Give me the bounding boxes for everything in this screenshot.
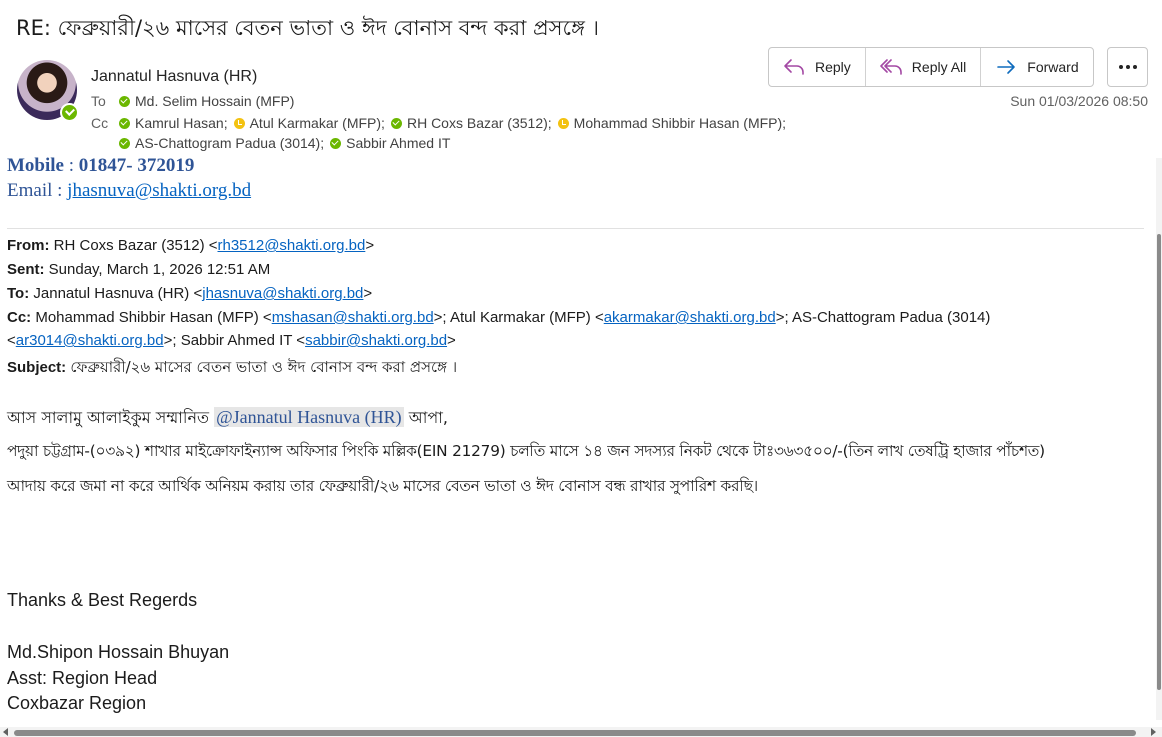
sent-timestamp: Sun 01/03/2026 08:50	[1010, 93, 1148, 109]
body-line-2: পদুয়া চট্টগ্রাম-(০৩৯২) শাখার মাইক্রোফাই…	[7, 442, 1045, 460]
scroll-right-arrow-icon[interactable]	[1151, 728, 1156, 736]
mobile-value: 01847- 372019	[78, 155, 195, 176]
recipient-name[interactable]: Mohammad Shibbir Hasan (MFP);	[574, 115, 786, 131]
forwarded-subject: Subject: ফেব্রুয়ারী/২৬ মাসের বেতন ভাতা …	[7, 358, 458, 376]
signature-email: Email : jhasnuva@shakti.org.bd	[7, 180, 252, 201]
recipient-name[interactable]: Kamrul Hasan;	[135, 115, 228, 131]
body-thanks: Thanks & Best Regerds	[7, 590, 198, 610]
presence-available-icon	[119, 137, 130, 149]
message-actions: Reply Reply All Forward	[768, 47, 1094, 87]
forward-label: Forward	[1027, 59, 1079, 75]
body-greeting: আস সালামু আলাইকুম সম্মানিত @Jannatul Has…	[7, 407, 448, 427]
body-line-3: আদায় করে জমা না করে আর্থিক অনিয়ম করায়…	[7, 477, 758, 495]
cc-email-link[interactable]: ar3014@shakti.org.bd	[16, 332, 164, 349]
signature-region: Coxbazar Region	[7, 693, 147, 713]
from-email-link[interactable]: rh3512@shakti.org.bd	[218, 237, 366, 254]
signature-email-link[interactable]: jhasnuva@shakti.org.bd	[67, 180, 251, 201]
to-email-link[interactable]: jhasnuva@shakti.org.bd	[202, 285, 363, 302]
presence-available-icon	[60, 103, 79, 122]
more-dot-icon	[1118, 65, 1123, 69]
mobile-label: Mobile	[7, 155, 64, 176]
vertical-scrollbar-thumb[interactable]	[1157, 234, 1161, 690]
forwarded-cc: Cc: Mohammad Shibbir Hasan (MFP) <mshasa…	[7, 309, 991, 326]
vertical-scrollbar[interactable]	[1156, 158, 1162, 720]
more-dot-icon	[1132, 65, 1137, 69]
reply-all-icon	[879, 59, 902, 75]
more-dot-icon	[1125, 65, 1130, 69]
reply-all-button[interactable]: Reply All	[866, 48, 982, 86]
signature-name: Md.Shipon Hossain Bhuyan	[7, 642, 230, 662]
reply-icon	[784, 59, 804, 75]
sender-name[interactable]: Jannatul Hasnuva (HR)	[91, 68, 257, 86]
forwarded-to: To: Jannatul Hasnuva (HR) <jhasnuva@shak…	[7, 285, 373, 302]
mention-jannatul[interactable]: @Jannatul Hasnuva (HR)	[214, 407, 404, 427]
cc-email-link[interactable]: akarmakar@shakti.org.bd	[604, 309, 776, 326]
recipient-name[interactable]: Sabbir Ahmed IT	[346, 135, 450, 151]
recipient-name[interactable]: Atul Karmakar (MFP);	[250, 115, 385, 131]
reply-button[interactable]: Reply	[769, 48, 866, 86]
forwarded-from: From: RH Coxs Bazar (3512) <rh3512@shakt…	[7, 237, 375, 254]
forwarded-cc-cont: <ar3014@shakti.org.bd>; Sabbir Ahmed IT …	[7, 332, 456, 349]
horizontal-scrollbar[interactable]	[0, 727, 1162, 737]
recipient-name[interactable]: Md. Selim Hossain (MFP)	[135, 93, 294, 109]
reply-all-label: Reply All	[911, 59, 967, 75]
presence-available-icon	[119, 117, 130, 129]
forward-button[interactable]: Forward	[981, 48, 1092, 86]
reply-label: Reply	[815, 59, 851, 75]
forwarded-sent: Sent: Sunday, March 1, 2026 12:51 AM	[7, 261, 271, 278]
cc-label: Cc	[91, 115, 109, 131]
email-label: Email	[7, 180, 53, 201]
cc-recipients-line-2: AS-Chattogram Padua (3014); Sabbir Ahmed…	[119, 135, 456, 151]
horizontal-scrollbar-thumb[interactable]	[14, 730, 1136, 736]
presence-away-icon	[233, 117, 245, 129]
cc-email-link[interactable]: sabbir@shakti.org.bd	[305, 332, 447, 349]
to-label: To	[91, 93, 106, 109]
recipient-name[interactable]: RH Coxs Bazar (3512);	[407, 115, 552, 131]
presence-available-icon	[119, 95, 130, 107]
forward-icon	[997, 60, 1016, 74]
to-recipients: Md. Selim Hossain (MFP)	[119, 93, 294, 109]
cc-email-link[interactable]: mshasan@shakti.org.bd	[272, 309, 434, 326]
divider	[7, 228, 1144, 229]
email-subject: RE: ফেব্রুয়ারী/২৬ মাসের বেতন ভাতা ও ঈদ …	[16, 16, 600, 40]
more-actions-button[interactable]	[1107, 47, 1148, 87]
scroll-left-arrow-icon[interactable]	[3, 728, 8, 736]
cc-recipients-line-1: Kamrul Hasan; Atul Karmakar (MFP); RH Co…	[119, 115, 792, 131]
presence-away-icon	[557, 117, 569, 129]
presence-available-icon	[330, 137, 342, 149]
recipient-name[interactable]: AS-Chattogram Padua (3014);	[135, 135, 324, 151]
signature-mobile: Mobile : 01847- 372019	[7, 155, 195, 176]
signature-title: Asst: Region Head	[7, 668, 158, 688]
presence-available-icon	[390, 117, 402, 129]
